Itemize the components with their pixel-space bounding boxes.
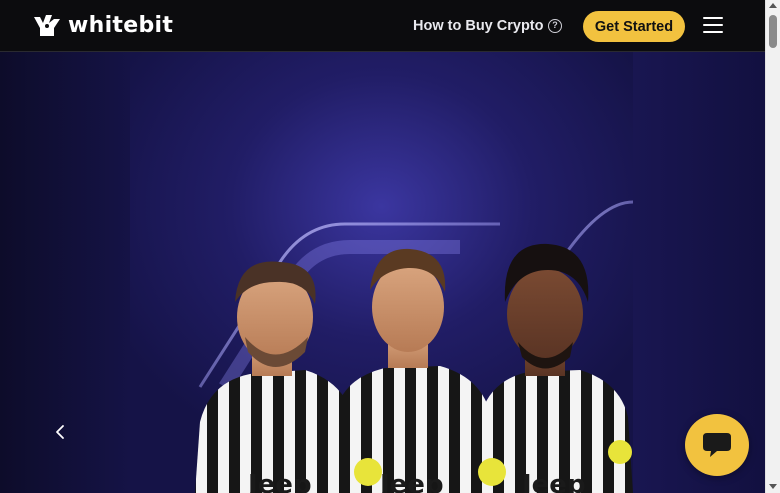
carousel-prev-button[interactable] xyxy=(50,420,70,444)
hero-banner: Jeep Jeep Jeep xyxy=(0,52,765,493)
page-viewport: whitebit How to Buy Crypto ? Get Started xyxy=(0,0,765,493)
hamburger-menu-icon[interactable] xyxy=(703,17,723,33)
scroll-down-arrow-icon[interactable] xyxy=(769,484,777,489)
logo-link[interactable]: whitebit xyxy=(32,13,173,39)
scroll-up-arrow-icon[interactable] xyxy=(769,3,777,8)
hero-players-image: Jeep Jeep Jeep xyxy=(130,52,633,493)
chat-bubble-icon xyxy=(703,433,731,457)
vertical-scrollbar[interactable] xyxy=(765,0,780,493)
help-icon[interactable]: ? xyxy=(548,19,562,33)
svg-text:Jeep: Jeep xyxy=(520,470,586,493)
logo-text: whitebit xyxy=(68,13,174,38)
svg-text:Jeep: Jeep xyxy=(246,470,312,493)
nav-how-to-buy-crypto[interactable]: How to Buy Crypto xyxy=(413,17,544,35)
svg-text:Jeep: Jeep xyxy=(378,470,444,493)
site-header: whitebit How to Buy Crypto ? Get Started xyxy=(0,0,765,52)
chevron-left-icon xyxy=(56,425,64,439)
chat-support-button[interactable] xyxy=(685,414,749,476)
whitebit-logo-icon xyxy=(34,15,60,36)
get-started-button[interactable]: Get Started xyxy=(583,11,685,42)
scroll-thumb[interactable] xyxy=(769,15,777,48)
